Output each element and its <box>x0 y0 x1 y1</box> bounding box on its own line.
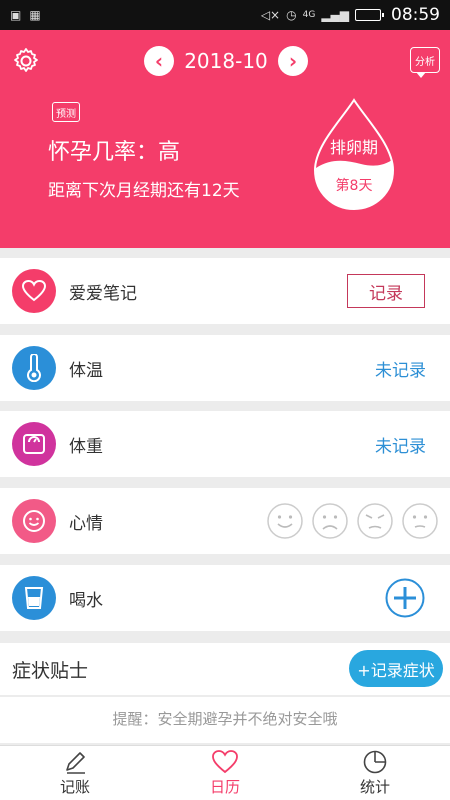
love-note-label: 爱爱笔记 <box>69 283 137 304</box>
signal-icon: ▂▄▆ <box>321 8 349 22</box>
tab-calendar[interactable]: 日历 <box>150 746 300 800</box>
month-label: 2018-10 <box>184 49 268 73</box>
safety-tip: 提醒：安全期避孕并不绝对安全哦 <box>0 697 450 743</box>
pregnancy-rate: 怀孕几率：高 <box>48 140 181 165</box>
mood-label: 心情 <box>69 513 103 534</box>
tab-bookkeeping[interactable]: 记账 <box>0 746 150 800</box>
temperature-label: 体温 <box>69 360 103 381</box>
love-note-row: 爱爱笔记 记录 <box>0 258 450 324</box>
pie-chart-icon <box>363 750 387 774</box>
love-note-record-button[interactable]: 记录 <box>347 274 425 308</box>
happy-face-icon[interactable] <box>266 502 304 540</box>
scale-icon <box>12 422 56 466</box>
status-time: 08:59 <box>391 5 440 25</box>
mood-options <box>266 502 439 540</box>
thermometer-icon <box>12 346 56 390</box>
tab-statistics-label: 统计 <box>359 778 390 796</box>
heart-icon <box>12 269 56 313</box>
temperature-row[interactable]: 体温 未记录 <box>0 335 450 401</box>
temperature-status[interactable]: 未记录 <box>375 356 426 381</box>
bottom-nav: 记账 日历 统计 <box>0 745 450 800</box>
cup-icon <box>12 576 56 620</box>
alarm-icon: ◷ <box>286 8 297 22</box>
network-label: 4G <box>302 10 316 20</box>
add-water-button[interactable] <box>385 578 425 618</box>
prev-month-button[interactable]: ‹ <box>144 46 174 76</box>
symptom-section: 症状贴士 +记录症状 <box>0 643 450 695</box>
qr-icon: ▦ <box>29 8 41 22</box>
smile-icon <box>12 499 56 543</box>
image-icon: ▣ <box>10 8 22 22</box>
tab-calendar-label: 日历 <box>209 778 240 796</box>
record-symptom-button[interactable]: +记录症状 <box>349 650 443 687</box>
ovulation-drop[interactable]: 排卵期 第8天 <box>311 98 397 212</box>
period-countdown: 距离下次月经期还有12天 <box>48 181 240 201</box>
angry-face-icon[interactable] <box>356 502 394 540</box>
symptom-title: 症状贴士 <box>12 660 89 682</box>
gear-icon[interactable] <box>12 47 40 75</box>
predict-tag: 预测 <box>52 102 80 122</box>
tab-bookkeeping-label: 记账 <box>59 778 90 796</box>
analysis-button[interactable]: 分析 <box>410 47 440 78</box>
sad-face-icon[interactable] <box>311 502 349 540</box>
water-label: 喝水 <box>69 590 103 611</box>
phase-day: 第8天 <box>335 178 373 194</box>
tab-statistics[interactable]: 统计 <box>300 746 450 800</box>
pencil-icon <box>66 752 85 774</box>
neutral-face-icon[interactable] <box>401 502 439 540</box>
water-row: 喝水 <box>0 565 450 631</box>
mute-icon: ◁× <box>260 8 281 22</box>
next-month-button[interactable]: › <box>277 46 308 76</box>
mood-row: 心情 <box>0 488 450 554</box>
weight-status[interactable]: 未记录 <box>375 432 426 457</box>
month-navigator: ‹ 2018-10 › <box>144 45 308 77</box>
cycle-header: ‹ 2018-10 › 分析 预测 怀孕几率：高 距离下次月经期还有12天 排卵… <box>0 30 450 248</box>
weight-label: 体重 <box>69 436 103 457</box>
status-bar: ▣ ▦ ◁× ◷ 4G ▂▄▆ 08:59 <box>0 0 450 30</box>
heart-icon <box>212 750 238 774</box>
battery-icon <box>355 9 384 21</box>
weight-row[interactable]: 体重 未记录 <box>0 411 450 477</box>
phase-label: 排卵期 <box>329 138 378 157</box>
